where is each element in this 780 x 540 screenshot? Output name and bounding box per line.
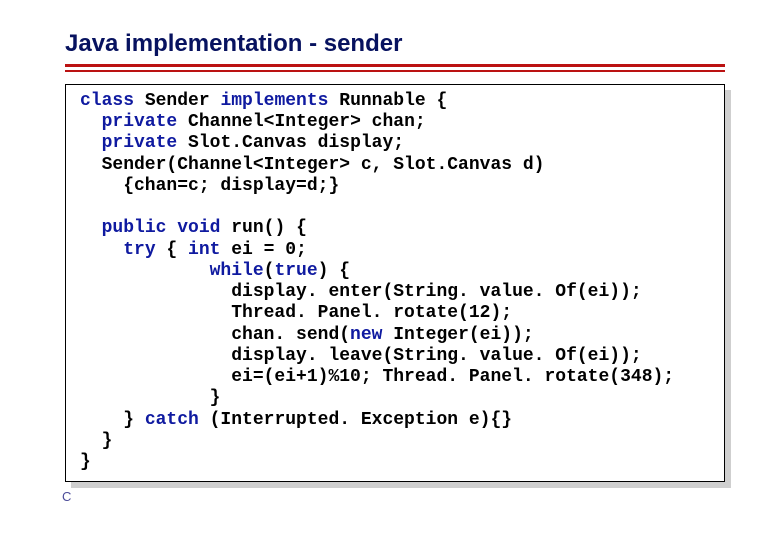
code-l11b: Integer(ei)); [382, 325, 533, 345]
code-l15a: } [80, 410, 145, 430]
code-l13: ei=(ei+1)%10; Thread. Panel. rotate(348)… [80, 367, 674, 387]
code-l9: display. enter(String. value. Of(ei)); [80, 282, 642, 302]
kw-new: new [350, 325, 382, 345]
rule-thin [65, 70, 725, 72]
code-l8a: ( [264, 261, 275, 281]
code-box: class Sender implements Runnable { priva… [65, 84, 725, 482]
code-l7a: { [156, 240, 188, 260]
code-box-container: class Sender implements Runnable { priva… [65, 84, 725, 482]
code-l5: {chan=c; display=d;} [80, 176, 339, 196]
code-l1a: Sender [134, 91, 220, 111]
code-l8b: ) { [318, 261, 350, 281]
slide-title: Java implementation - sender [65, 30, 725, 58]
code-l16: } [80, 431, 112, 451]
code-l14: } [80, 388, 220, 408]
kw-while: while [210, 261, 264, 281]
kw-void: void [177, 218, 220, 238]
code-l1b: Runnable { [328, 91, 447, 111]
kw-private2: private [102, 133, 178, 153]
kw-implements: implements [220, 91, 328, 111]
code-l4: Sender(Channel<Integer> c, Slot.Canvas d… [80, 155, 544, 175]
kw-public: public [102, 218, 167, 238]
copyright-fragment: C [62, 489, 71, 504]
code-l17: } [80, 452, 91, 472]
code-l3: Slot.Canvas display; [177, 133, 404, 153]
kw-private1: private [102, 112, 178, 132]
rule-thick [65, 64, 725, 67]
code-l7b: ei = 0; [220, 240, 306, 260]
code-l15b: (Interrupted. Exception e){} [199, 410, 512, 430]
code-l2: Channel<Integer> chan; [177, 112, 425, 132]
kw-true: true [274, 261, 317, 281]
code-l12: display. leave(String. value. Of(ei)); [80, 346, 642, 366]
code-l6b: run() { [220, 218, 306, 238]
code-l10: Thread. Panel. rotate(12); [80, 303, 512, 323]
kw-class: class [80, 91, 134, 111]
code-l11: chan. send( [80, 325, 350, 345]
code-l6a [166, 218, 177, 238]
kw-int: int [188, 240, 220, 260]
kw-catch: catch [145, 410, 199, 430]
kw-try: try [123, 240, 155, 260]
